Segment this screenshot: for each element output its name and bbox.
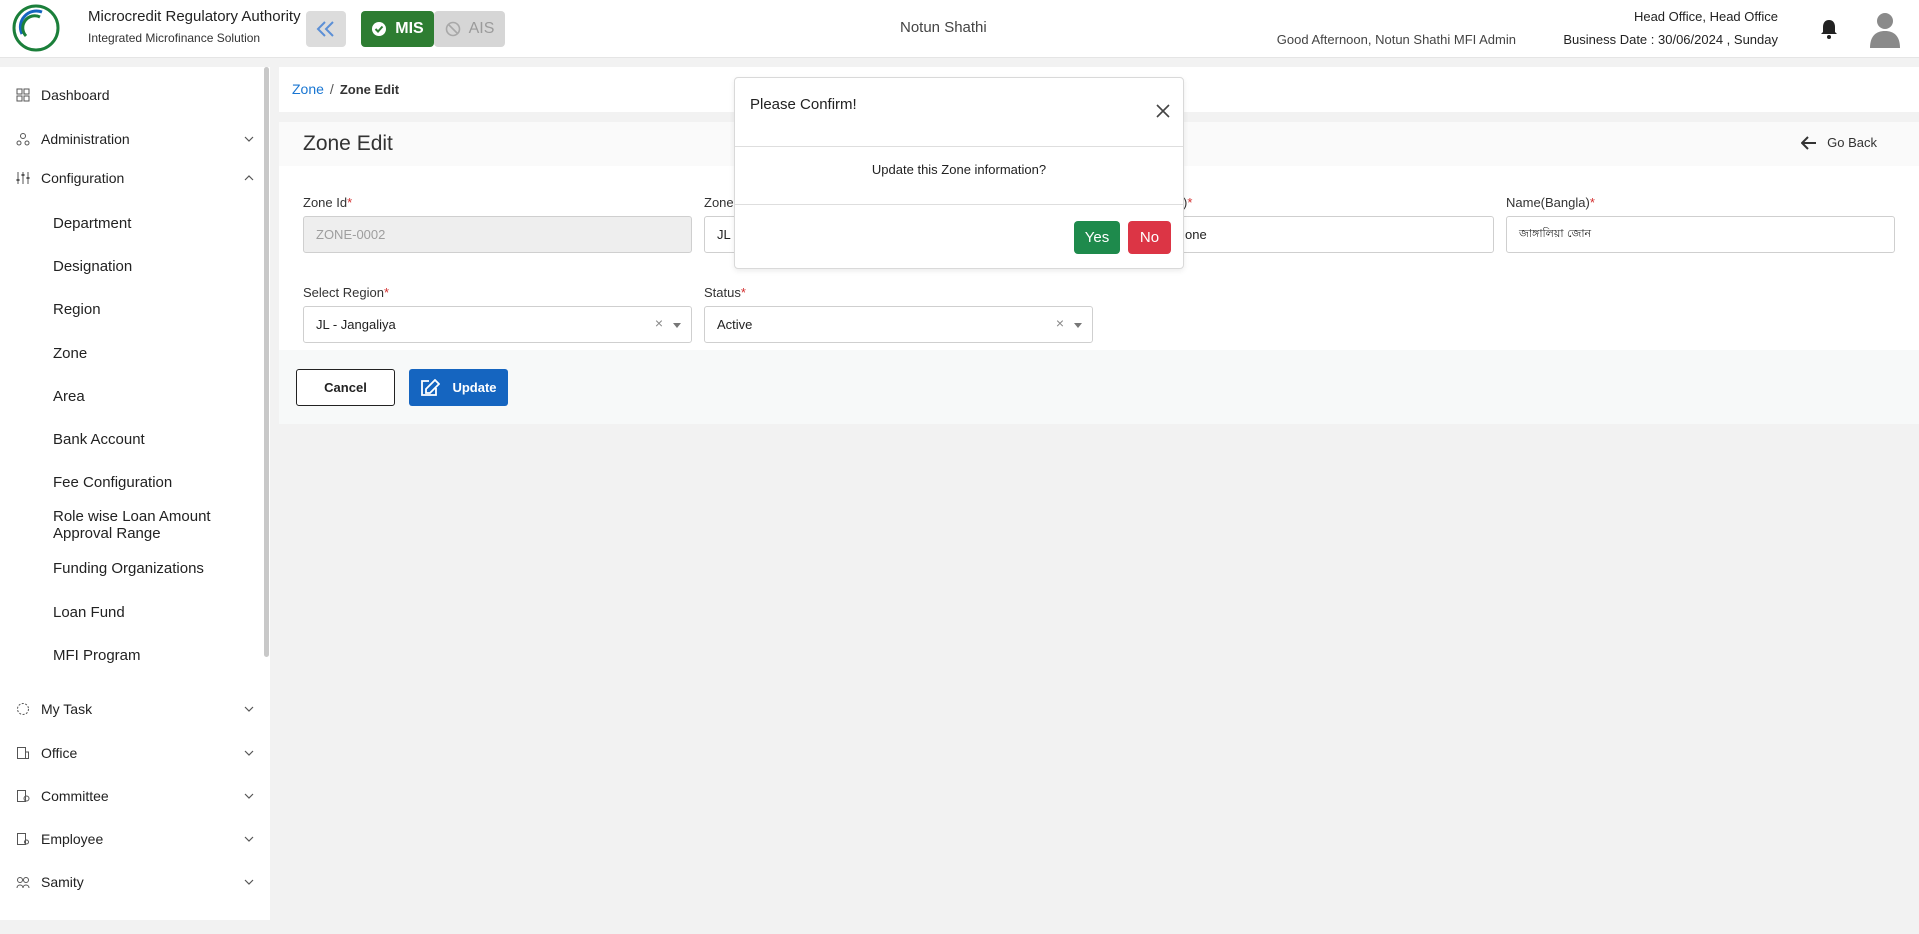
sidebar-label: Committee — [41, 788, 109, 804]
status-label: Status* — [704, 285, 746, 300]
chevron-down-icon — [244, 750, 254, 756]
arrow-left-icon — [1801, 135, 1817, 150]
status-dropdown[interactable]: Active × — [704, 306, 1093, 343]
breadcrumb-zone-link[interactable]: Zone — [292, 81, 324, 97]
confirm-dialog: Please Confirm! Update this Zone informa… — [734, 77, 1184, 269]
sidebar-item-dashboard[interactable]: Dashboard — [16, 83, 254, 107]
sidebar: Dashboard Administration Configuration D… — [0, 67, 270, 920]
sidebar-item-administration[interactable]: Administration — [16, 127, 254, 151]
breadcrumb-separator: / — [329, 81, 334, 97]
sidebar-item-zone[interactable]: Zone — [53, 345, 253, 362]
top-header: Microcredit Regulatory Authority Integra… — [0, 0, 1919, 58]
sidebar-item-loan-fund[interactable]: Loan Fund — [53, 604, 253, 621]
admin-icon — [16, 133, 30, 146]
go-back-button[interactable]: Go Back — [1801, 135, 1877, 150]
update-label: Update — [452, 380, 497, 395]
breadcrumb-current: Zone Edit — [339, 82, 400, 97]
sidebar-label: Employee — [41, 831, 104, 847]
sidebar-item-bank-account[interactable]: Bank Account — [53, 431, 253, 448]
caret-down-icon — [673, 323, 681, 328]
brand-title: Microcredit Regulatory Authority — [88, 8, 301, 25]
cancel-button[interactable]: Cancel — [296, 369, 395, 406]
chevron-down-icon — [244, 836, 254, 842]
chevron-up-icon — [244, 175, 254, 181]
sidebar-label: Samity — [41, 874, 84, 890]
bell-icon[interactable] — [1819, 18, 1839, 40]
update-button[interactable]: Update — [409, 369, 508, 406]
sidebar-item-office[interactable]: Office — [16, 741, 254, 765]
name-bangla-label: Name(Bangla)* — [1506, 195, 1595, 210]
office-name: Head Office, Head Office — [1633, 9, 1778, 24]
chevron-down-icon — [244, 706, 254, 712]
sidebar-label: Administration — [41, 131, 130, 147]
sidebar-label: Dashboard — [41, 87, 110, 103]
dialog-message: Update this Zone information? — [871, 162, 1047, 177]
brand-subtitle: Integrated Microfinance Solution — [88, 31, 261, 45]
divider — [735, 146, 1183, 147]
divider — [735, 204, 1183, 205]
sidebar-item-employee[interactable]: Employee — [16, 827, 254, 851]
sidebar-item-area[interactable]: Area — [53, 388, 253, 405]
chevron-down-icon — [244, 136, 254, 142]
collapse-sidebar-button[interactable] — [306, 11, 346, 47]
sidebar-item-department[interactable]: Department — [53, 215, 253, 232]
no-button[interactable]: No — [1128, 221, 1171, 254]
check-circle-icon — [372, 22, 387, 36]
sliders-icon — [16, 172, 30, 184]
building-icon — [17, 747, 29, 759]
sidebar-label: Office — [41, 745, 78, 761]
dialog-title: Please Confirm! — [750, 96, 857, 113]
select-region-label: Select Region* — [303, 285, 390, 300]
block-icon — [445, 21, 460, 37]
sidebar-label: Configuration — [41, 170, 125, 186]
clear-region-icon[interactable]: × — [655, 315, 663, 331]
mis-label: MIS — [395, 20, 424, 37]
zone-name-label: )* — [1183, 195, 1193, 210]
sidebar-label: My Task — [41, 701, 93, 717]
group-icon — [16, 877, 30, 889]
yes-button[interactable]: Yes — [1074, 221, 1120, 254]
mra-logo — [12, 4, 60, 52]
breadcrumb: Zone / Zone Edit — [292, 81, 399, 97]
page-title: Zone Edit — [303, 132, 393, 155]
chevron-down-icon — [244, 793, 254, 799]
committee-icon — [17, 790, 30, 802]
mis-module-button[interactable]: MIS — [361, 11, 434, 47]
sidebar-item-samity[interactable]: Samity — [16, 870, 254, 894]
name-bangla-field[interactable]: জাঙ্গালিয়া জোন — [1506, 216, 1895, 253]
zone-id-field: ZONE-0002 — [303, 216, 692, 253]
task-icon — [17, 703, 29, 715]
ais-label: AIS — [468, 20, 495, 37]
user-greeting: Good Afternoon, Notun Shathi MFI Admin — [1276, 32, 1516, 47]
clear-status-icon[interactable]: × — [1056, 315, 1064, 331]
organization-name: Notun Shathi — [900, 19, 987, 36]
zone-code-label: Zone — [704, 195, 734, 210]
sidebar-item-funding-organizations[interactable]: Funding Organizations — [53, 560, 253, 577]
go-back-label: Go Back — [1827, 135, 1877, 150]
select-region-dropdown[interactable]: JL - Jangaliya × — [303, 306, 692, 343]
sidebar-item-fee-configuration[interactable]: Fee Configuration — [53, 474, 253, 491]
edit-icon — [421, 378, 441, 396]
sidebar-item-mfi-program[interactable]: MFI Program — [53, 647, 253, 664]
sidebar-item-configuration[interactable]: Configuration — [16, 166, 254, 190]
business-date: Business Date : 30/06/2024 , Sunday — [1563, 32, 1778, 47]
double-chevron-left-icon — [316, 21, 334, 37]
sidebar-item-loan-approval-range[interactable]: Role wise Loan Amount Approval Range — [53, 508, 253, 542]
zone-id-label: Zone Id* — [303, 195, 353, 210]
employee-icon — [17, 833, 29, 845]
user-avatar-icon[interactable] — [1868, 10, 1902, 48]
sidebar-item-region[interactable]: Region — [53, 301, 253, 318]
caret-down-icon — [1074, 323, 1082, 328]
select-region-value: JL - Jangaliya — [316, 317, 396, 332]
status-value: Active — [717, 317, 753, 332]
ais-module-button[interactable]: AIS — [434, 11, 505, 47]
chevron-down-icon — [244, 879, 254, 885]
sidebar-item-committee[interactable]: Committee — [16, 784, 254, 808]
sidebar-item-my-task[interactable]: My Task — [16, 697, 254, 721]
close-icon[interactable] — [1155, 103, 1171, 119]
grid-icon — [16, 88, 30, 102]
sidebar-scrollbar[interactable] — [264, 67, 269, 657]
form-actions: Cancel Update — [279, 350, 1919, 424]
sidebar-item-designation[interactable]: Designation — [53, 258, 253, 275]
